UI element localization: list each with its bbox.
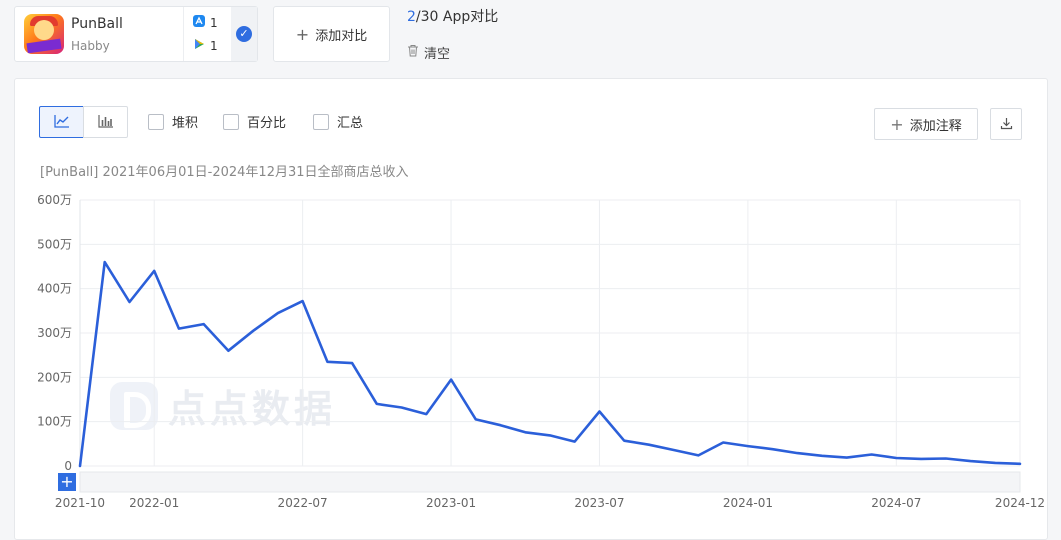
- y-tick-label: 0: [64, 459, 72, 473]
- range-slider-track: [79, 471, 1021, 493]
- x-tick-label: 2024-01: [722, 496, 773, 510]
- x-tick-label: 2021-10: [54, 496, 106, 510]
- y-tick-label: 100万: [37, 415, 72, 429]
- y-tick-label: 200万: [37, 370, 72, 384]
- y-tick-label: 300万: [37, 326, 72, 340]
- x-tick-label: 2023-01: [425, 496, 477, 510]
- y-tick-label: 400万: [37, 282, 72, 296]
- x-tick-label: 2022-07: [277, 496, 328, 510]
- x-tick-label: 2024-07: [871, 496, 922, 510]
- range-expand-button[interactable]: +: [58, 473, 76, 491]
- x-tick-label: 2022-01: [129, 496, 180, 510]
- revenue-line-chart: 0 100万 200万 300万 400万 500万 600万: [37, 193, 1022, 493]
- y-tick-label: 600万: [37, 193, 72, 207]
- y-tick-label: 500万: [37, 237, 72, 251]
- x-tick-label: 2024-12: [994, 496, 1046, 510]
- x-tick-label: 2023-07: [574, 496, 625, 510]
